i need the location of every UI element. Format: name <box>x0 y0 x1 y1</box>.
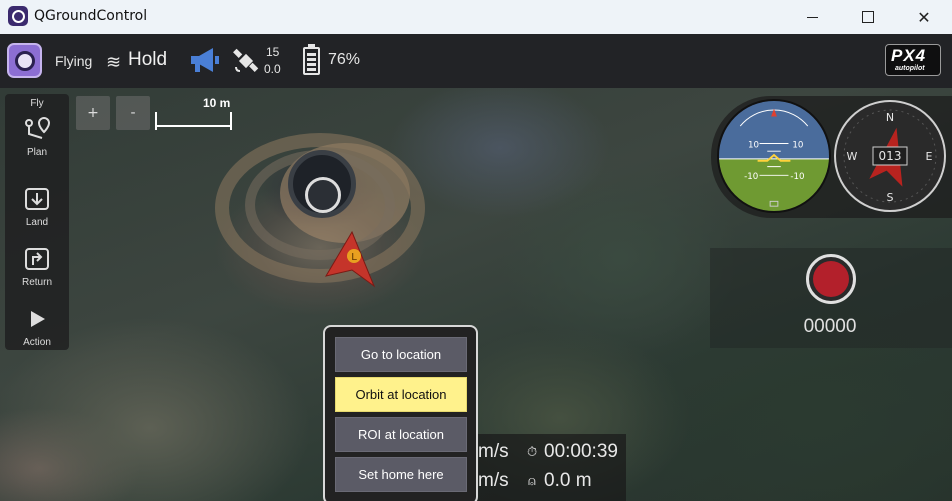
map-view[interactable]: L Fly Plan Land Return Action + - 10 m 1… <box>0 88 952 501</box>
flight-mode-selector[interactable]: Hold <box>128 49 167 71</box>
window-titlebar: QGroundControl ✕ <box>0 0 952 34</box>
toolstrip-return[interactable]: Return <box>5 244 69 288</box>
satellite-icon[interactable] <box>232 47 260 75</box>
telemetry-flight-time: 00:00:39 <box>544 441 618 462</box>
fly-toolstrip: Fly Plan Land Return Action <box>5 94 69 350</box>
toolstrip-title: Fly <box>30 98 44 109</box>
telemetry-speed-2: m/s <box>478 470 509 491</box>
compass-east-label: E <box>926 150 933 163</box>
return-icon <box>25 248 49 270</box>
attitude-pitch-label: -10 <box>790 172 804 182</box>
minimize-button[interactable] <box>784 0 840 34</box>
attitude-pitch-label: 10 <box>748 140 759 150</box>
compass-north-label: N <box>886 111 894 124</box>
land-icon <box>25 188 49 210</box>
map-context-menu: Go to location Orbit at location ROI at … <box>323 325 478 501</box>
flight-status-label[interactable]: Flying <box>55 53 92 69</box>
map-feature <box>288 150 356 218</box>
compass-south-label: S <box>887 191 894 204</box>
altitude-icon: ⍝ <box>528 474 536 489</box>
qgc-logo-icon[interactable] <box>7 43 42 78</box>
toolstrip-return-label: Return <box>21 277 52 288</box>
toolstrip-land[interactable]: Land <box>5 184 69 228</box>
maximize-button[interactable] <box>840 0 896 34</box>
qgroundcontrol-window: QGroundControl ✕ Flying ≋ Hold 15 0.0 76… <box>0 0 952 501</box>
toolstrip-plan[interactable]: Plan <box>5 114 69 158</box>
flight-mode-icon: ≋ <box>106 52 122 73</box>
zoom-in-button[interactable]: + <box>76 96 110 130</box>
record-button[interactable] <box>806 254 856 304</box>
zoom-out-button[interactable]: - <box>116 96 150 130</box>
map-scale-bar <box>155 112 232 130</box>
telemetry-speed-1: m/s <box>478 441 509 462</box>
attitude-pitch-label: -10 <box>744 172 758 182</box>
telemetry-altitude: 0.0 m <box>544 470 592 491</box>
megaphone-icon[interactable] <box>189 46 221 74</box>
toolstrip-action-label: Action <box>23 337 51 348</box>
attitude-indicator: 10 10 -10 -10 <box>717 99 831 213</box>
stopwatch-icon: ⏱ <box>527 445 538 460</box>
plan-icon <box>25 116 51 139</box>
set-home-here-button[interactable]: Set home here <box>335 457 467 492</box>
map-scale-label: 10 m <box>203 96 231 110</box>
main-toolbar: Flying ≋ Hold 15 0.0 76% PX4 autopilot <box>0 34 952 88</box>
satellite-count: 15 <box>266 45 280 59</box>
gps-hdop: 0.0 <box>264 62 281 76</box>
roi-at-location-button[interactable]: ROI at location <box>335 417 467 452</box>
window-title: QGroundControl <box>34 8 148 24</box>
px4-logo: PX4 autopilot <box>885 44 941 76</box>
toolstrip-plan-label: Plan <box>26 147 47 158</box>
battery-percent: 76% <box>328 51 361 68</box>
orbit-at-location-button[interactable]: Orbit at location <box>335 377 467 412</box>
compass-west-label: W <box>847 150 858 163</box>
compass-heading-value: 013 <box>879 149 902 163</box>
close-button[interactable]: ✕ <box>896 0 952 34</box>
toolstrip-action[interactable]: Action <box>5 304 69 348</box>
app-icon <box>8 6 28 26</box>
attitude-pitch-label: 10 <box>792 140 803 150</box>
compass-indicator: N E S W 013 <box>834 100 946 212</box>
vehicle-marker-label: L <box>351 252 357 263</box>
toolstrip-land-label: Land <box>25 217 49 228</box>
battery-icon[interactable] <box>303 44 320 75</box>
telemetry-panel: m/s m/s ⏱ 00:00:39 ⍝ 0.0 m <box>474 434 626 501</box>
record-icon <box>813 261 849 297</box>
record-counter: 00000 <box>803 316 857 337</box>
go-to-location-button[interactable]: Go to location <box>335 337 467 372</box>
action-icon <box>31 311 45 327</box>
vehicle-marker-icon[interactable]: L <box>322 230 378 290</box>
